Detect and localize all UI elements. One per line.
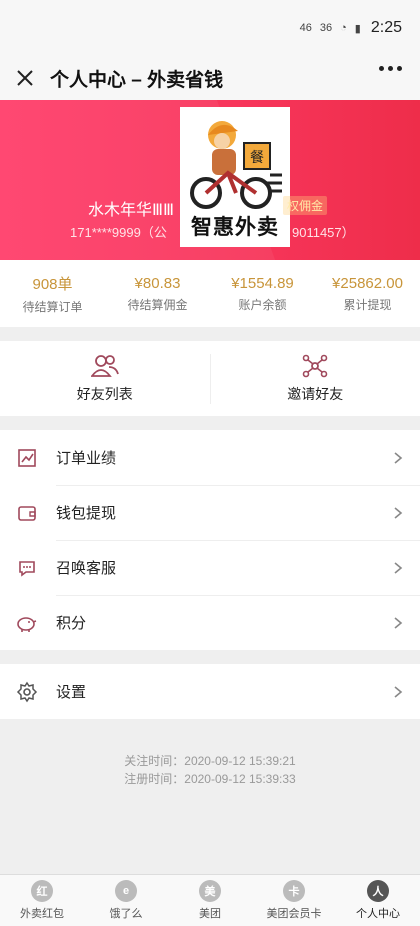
bottom-tab-bar: 红 外卖红包 e 饿了么 美 美团 卡 美团会员卡 人 个人中心 [0, 874, 420, 926]
coupon-icon: 红 [31, 880, 53, 902]
tab-label: 美团 [199, 908, 221, 920]
menu-item-settings[interactable]: 设置 [0, 664, 420, 719]
user-phone: 171****9999（公 [70, 225, 167, 240]
friends-list-label: 好友列表 [76, 385, 133, 402]
profile-icon: 人 [367, 880, 389, 902]
meituan-icon: 美 [199, 880, 221, 902]
crown-icon: 卡 [283, 880, 305, 902]
menu-label: 积分 [56, 615, 87, 632]
wifi-icon: ◔ [340, 22, 347, 34]
stat-value: ¥25862.00 [332, 274, 403, 292]
friends-icon [90, 354, 119, 377]
avatar[interactable]: 餐 智惠外卖 [180, 107, 290, 247]
signal-icon: 46 [299, 22, 312, 34]
friends-list-button[interactable]: 好友列表 [0, 354, 210, 404]
stat-pending-orders[interactable]: 908单 待结算订单 [0, 273, 105, 315]
close-icon [17, 70, 33, 86]
tab-label: 饿了么 [109, 908, 143, 920]
chevron-right-icon [394, 561, 403, 574]
stat-total-withdrawn[interactable]: ¥25862.00 累计提现 [315, 275, 420, 313]
share-icon [302, 354, 328, 377]
stat-pending-commission[interactable]: ¥80.83 待结算佣金 [105, 275, 210, 313]
invite-friends-label: 邀请好友 [287, 385, 344, 402]
more-options-button[interactable] [379, 66, 402, 71]
stat-value: ¥80.83 [134, 274, 181, 292]
chevron-right-icon [394, 451, 403, 464]
signal-icon-2: 36 [319, 22, 333, 34]
status-badge: 权佣金 [283, 196, 328, 215]
eleme-icon: e [115, 880, 137, 902]
chat-icon [16, 557, 38, 579]
settings-list: 设置 [0, 664, 420, 719]
wallet-icon [16, 502, 38, 524]
menu-item-order-performance[interactable]: 订单业绩 [0, 430, 420, 485]
menu-label: 订单业绩 [56, 450, 117, 467]
friends-row: 好友列表 邀请好友 [0, 341, 420, 416]
page-title: 个人中心 – 外卖省钱 [50, 69, 224, 91]
tab-profile[interactable]: 人 个人中心 [336, 875, 420, 926]
stat-label: 待结算佣金 [127, 297, 188, 312]
stat-balance[interactable]: ¥1554.89 账户余额 [210, 275, 315, 313]
menu-item-points[interactable]: 积分 [0, 595, 420, 650]
close-button[interactable] [12, 65, 38, 91]
stat-label: 账户余额 [238, 297, 287, 312]
chevron-right-icon [394, 685, 403, 698]
tab-takeout-coupons[interactable]: 红 外卖红包 [0, 875, 84, 926]
stats-row: 908单 待结算订单 ¥80.83 待结算佣金 ¥1554.89 账户余额 ¥2… [0, 260, 420, 327]
tab-label: 美团会员卡 [266, 908, 322, 920]
tab-meituan-membership[interactable]: 卡 美团会员卡 [252, 875, 336, 926]
status-icons: 46 36 ◔ ▮ [300, 22, 361, 35]
clock: 2:25 [370, 19, 402, 36]
follow-time: 关注时间：2020-09-12 15:39:21 [124, 754, 296, 768]
menu-item-wallet[interactable]: 钱包提现 [0, 485, 420, 540]
svg-text:餐: 餐 [250, 150, 264, 166]
status-bar: 46 36 ◔ ▮ 2:25 [0, 0, 420, 56]
chart-icon [16, 447, 38, 469]
menu-label: 设置 [56, 684, 87, 701]
profile-banner: 餐 智惠外卖 水木年华ⅢⅢ 权佣金 171****9999（公 9011457） [0, 100, 420, 260]
menu-label: 钱包提现 [56, 505, 117, 522]
menu-list: 订单业绩 钱包提现 召唤客服 积分 [0, 430, 420, 650]
stat-value: 908单 [32, 275, 73, 293]
chevron-right-icon [394, 616, 403, 629]
tab-label: 外卖红包 [20, 908, 64, 920]
chevron-right-icon [394, 506, 403, 519]
piggy-icon [16, 612, 38, 634]
stat-label: 累计提现 [343, 297, 392, 312]
account-info: 关注时间：2020-09-12 15:39:21 注册时间：2020-09-12… [0, 752, 420, 788]
tab-eleme[interactable]: e 饿了么 [84, 875, 168, 926]
tab-meituan[interactable]: 美 美团 [168, 875, 252, 926]
stat-value: ¥1554.89 [231, 274, 294, 292]
delivery-rider-icon: 餐 [190, 121, 282, 209]
user-name: 水木年华ⅢⅢ [88, 202, 175, 219]
battery-icon: ▮ [354, 22, 361, 35]
invite-friends-button[interactable]: 邀请好友 [209, 353, 420, 404]
gear-icon [16, 681, 38, 703]
menu-label: 召唤客服 [56, 560, 117, 577]
tab-label: 个人中心 [356, 908, 400, 920]
menu-item-customer-service[interactable]: 召唤客服 [0, 540, 420, 595]
stat-label: 待结算订单 [22, 299, 83, 314]
avatar-logo-text: 智惠外卖 [191, 216, 279, 239]
user-id: 9011457） [292, 225, 355, 240]
title-bar: 个人中心 – 外卖省钱 [0, 56, 420, 100]
register-time: 注册时间：2020-09-12 15:39:33 [124, 772, 296, 786]
